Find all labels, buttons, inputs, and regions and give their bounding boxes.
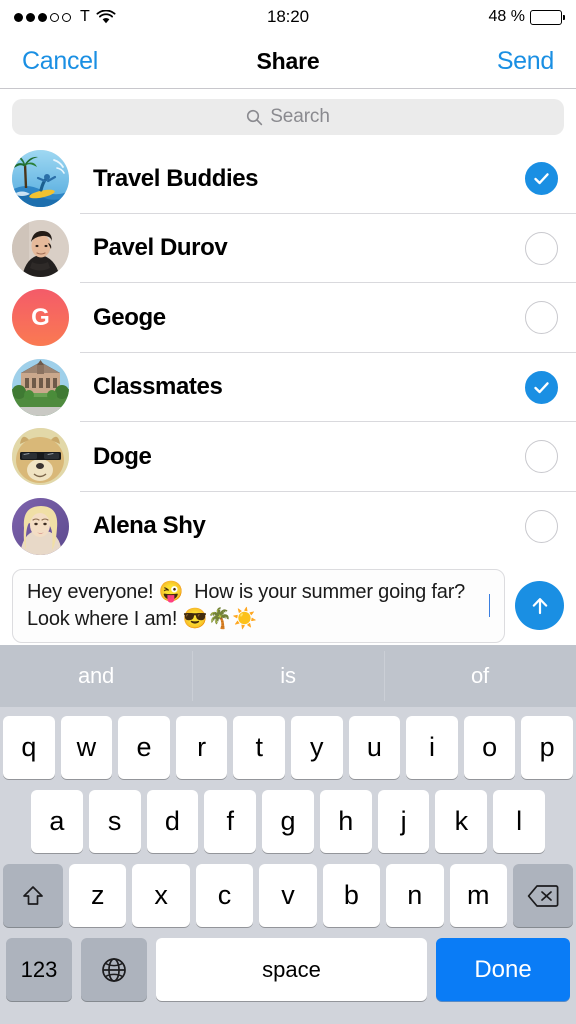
key-n[interactable]: n [386,864,444,927]
checkbox-unchecked[interactable] [525,301,558,335]
chat-name: Travel Buddies [93,164,259,192]
chat-name: Alena Shy [93,512,206,540]
key-x[interactable]: x [132,864,190,927]
numbers-key[interactable]: 123 [6,938,72,1001]
message-text: Hey everyone! 😜 How is your summer going… [27,580,471,630]
chat-list: Travel Buddies Pavel Durov G Geoge Classmate… [0,144,576,561]
avatar [12,150,69,208]
key-m[interactable]: m [449,864,507,927]
checkbox-unchecked[interactable] [525,440,558,474]
chat-row[interactable]: Pavel Durov [0,214,576,284]
key-l[interactable]: l [493,790,546,853]
key-s[interactable]: s [88,790,141,853]
key-t[interactable]: t [233,716,285,779]
status-right-group: 48 % [488,8,565,26]
checkmark-icon [534,173,549,185]
send-button[interactable]: Send [497,47,554,76]
navigation-bar: Cancel Share Send [0,34,576,89]
status-bar: T 18:20 48 % [0,0,576,34]
key-e[interactable]: e [118,716,170,779]
globe-icon [102,957,126,982]
key-p[interactable]: p [521,716,573,779]
key-i[interactable]: i [406,716,458,779]
backspace-key[interactable] [513,864,573,927]
chat-name: Pavel Durov [93,234,228,262]
space-key[interactable]: space [156,938,427,1001]
avatar [12,497,69,555]
key-j[interactable]: j [377,790,430,853]
globe-key[interactable] [81,938,147,1001]
keyboard-row-3: zxcvbnm [3,864,573,927]
key-d[interactable]: d [146,790,199,853]
keyboard-row-1: qwertyuiop [3,716,573,779]
search-placeholder: Search [270,106,330,127]
key-u[interactable]: u [348,716,401,779]
message-composer: Hey everyone! 😜 How is your summer going… [0,566,576,645]
send-message-button[interactable] [515,581,564,630]
done-key[interactable]: Done [436,938,570,1001]
key-h[interactable]: h [319,790,372,853]
key-v[interactable]: v [259,864,317,927]
message-input[interactable]: Hey everyone! 😜 How is your summer going… [12,568,505,643]
chat-name: Doge [93,442,152,470]
chat-row[interactable]: Doge [0,422,576,492]
key-area: qwertyuiop asdfghjkl zxcvbnm 123 space D… [0,707,576,1006]
avatar-initial: G [31,303,50,331]
key-w[interactable]: w [60,716,113,779]
search-icon [247,109,263,125]
key-r[interactable]: r [175,716,228,779]
key-y[interactable]: y [291,716,343,779]
battery-percent-label: 48 % [488,8,525,25]
arrow-up-icon [532,597,547,614]
search-container: Search [0,89,576,144]
avatar: G [12,289,69,347]
avatar [12,219,69,277]
checkbox-unchecked[interactable] [525,509,558,543]
keyboard-row-4: 123 space Done [3,938,573,1001]
cancel-button[interactable]: Cancel [22,47,98,76]
checkmark-icon [534,381,549,393]
search-input[interactable]: Search [12,99,564,135]
key-q[interactable]: q [3,716,55,779]
chat-row[interactable]: Classmates [0,353,576,423]
prediction-item[interactable]: and [0,645,192,707]
key-o[interactable]: o [463,716,516,779]
checkbox-checked[interactable] [525,162,558,196]
checkbox-unchecked[interactable] [525,231,558,265]
text-caret [488,594,490,617]
shift-arrow-icon [23,885,43,905]
keyboard-row-2: asdfghjkl [3,790,573,853]
key-g[interactable]: g [262,790,314,853]
prediction-item[interactable]: of [384,645,576,707]
key-b[interactable]: b [322,864,381,927]
chat-name: Classmates [93,373,223,401]
key-z[interactable]: z [69,864,127,927]
chat-row[interactable]: Alena Shy [0,492,576,562]
chat-row[interactable]: G Geoge [0,283,576,353]
prediction-item[interactable]: is [192,645,384,707]
key-c[interactable]: c [195,864,254,927]
onscreen-keyboard: and is of qwertyuiop asdfghjkl zxcvbnm 1… [0,645,576,1024]
backspace-icon [527,884,559,907]
shift-key[interactable] [3,864,63,927]
key-a[interactable]: a [30,790,83,853]
battery-icon [530,9,565,25]
key-k[interactable]: k [435,790,488,853]
avatar [12,428,69,486]
key-f[interactable]: f [204,790,257,853]
predictive-text-bar: and is of [0,645,576,707]
avatar [12,358,69,416]
checkbox-checked[interactable] [525,370,558,404]
chat-name: Geoge [93,303,166,331]
share-screen: T 18:20 48 % Cancel Share Send Search Tr… [0,0,576,1024]
chat-row[interactable]: Travel Buddies [0,144,576,214]
